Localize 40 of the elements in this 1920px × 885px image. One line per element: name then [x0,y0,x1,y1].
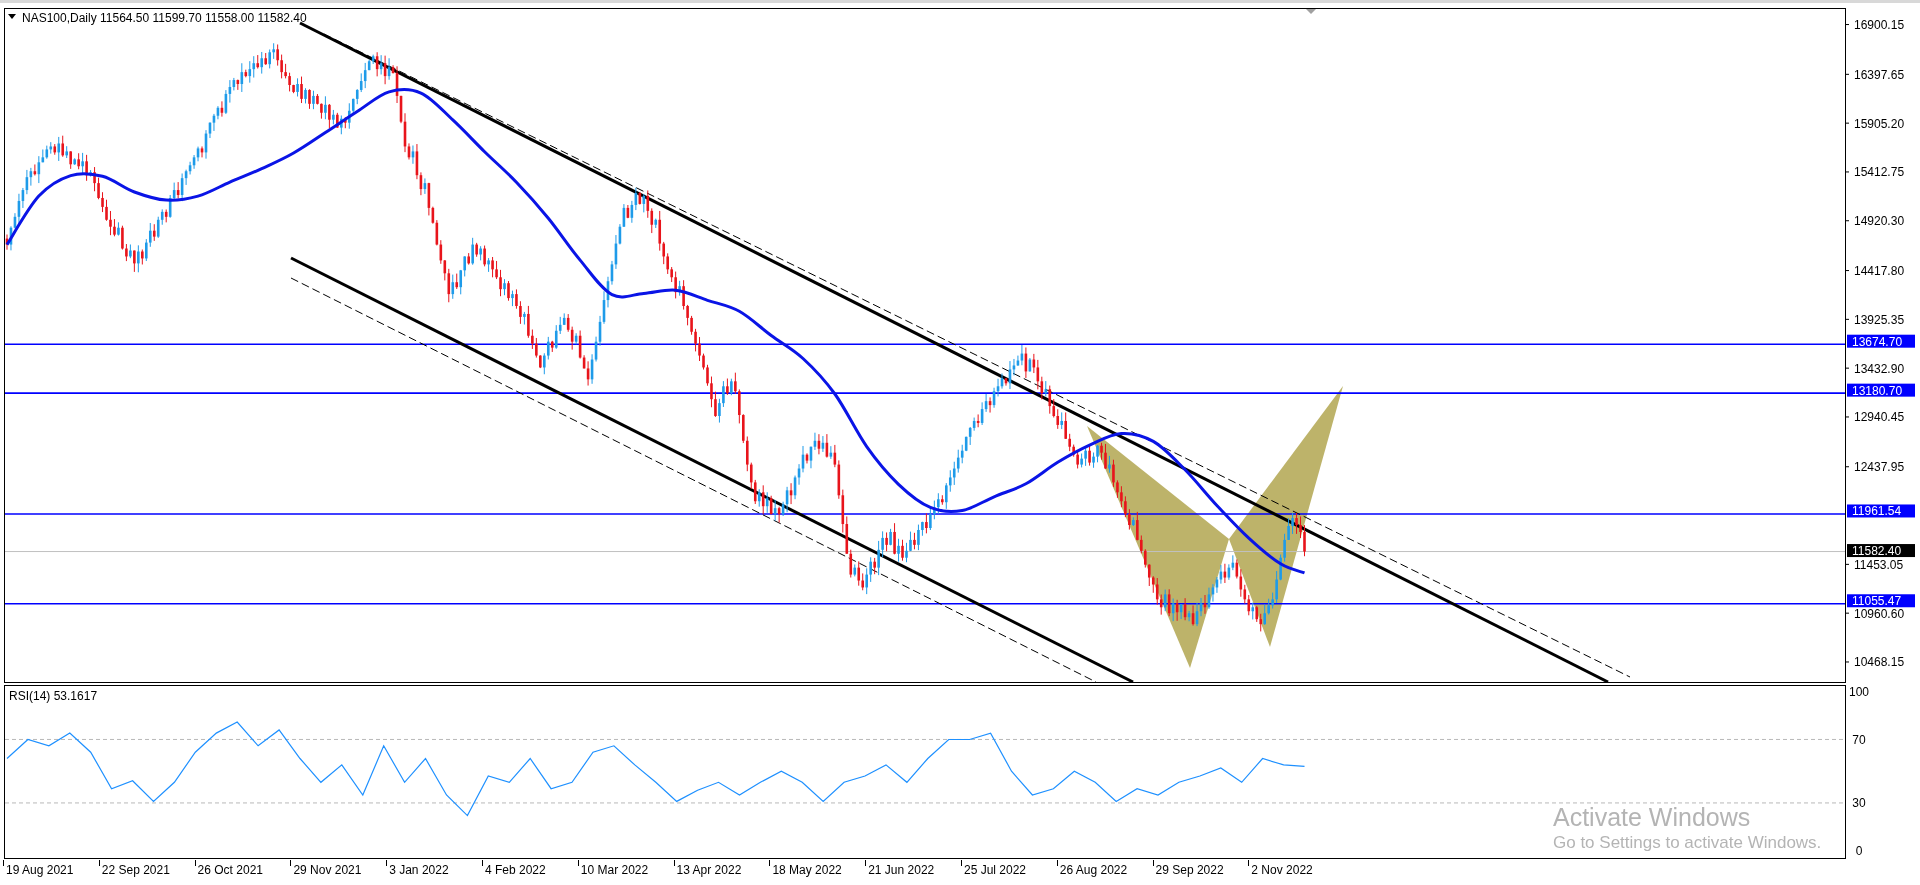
price-axis-label: 10468.15 [1854,655,1905,670]
price-axis-label: 12940.45 [1854,410,1905,425]
date-axis-label: 29 Sep 2022 [1155,863,1224,877]
price-axis-label: 11453.05 [1854,557,1904,572]
date-axis-label: 29 Nov 2021 [293,863,362,877]
price-tag: 11055.47 [1847,594,1915,609]
rsi-axis-label: 0 [1855,844,1863,859]
price-axis-label: 13432.90 [1854,361,1905,376]
price-axis-label: 12437.95 [1854,460,1905,475]
price-axis-label: 16900.15 [1854,18,1905,33]
date-axis-label: 2 Nov 2022 [1251,863,1313,877]
price-axis-label: 14417.80 [1854,264,1905,279]
price-axis-label: 10960.60 [1854,606,1905,621]
price-tag: 11961.54 [1847,504,1915,519]
date-axis-label: 21 Jun 2022 [868,863,935,877]
price-axis-label: 15412.75 [1854,165,1905,180]
rsi-axis-label: 100 [1849,685,1869,700]
date-axis-label: 10 Mar 2022 [580,863,649,877]
date-axis-label: 4 Feb 2022 [485,863,546,877]
date-axis-label: 19 Aug 2021 [6,863,74,877]
price-axis-label: 15905.20 [1854,116,1905,131]
price-tag: 13674.70 [1847,334,1915,349]
date-axis-label: 13 Apr 2022 [676,863,742,877]
rsi-axis-label: 70 [1852,732,1866,747]
date-axis-label: 3 Jan 2022 [389,863,449,877]
date-axis-label: 26 Oct 2021 [197,863,263,877]
activation-notice-text: Go to Settings to activate Windows. [1553,832,1822,854]
date-axis-label: 26 Aug 2022 [1059,863,1128,877]
rsi-title: RSI(14) 53.1617 [9,689,98,703]
date-axis-label: 25 Jul 2022 [963,863,1027,877]
price-axis-label: 13925.35 [1854,312,1905,327]
chart-title: NAS100,Daily 11564.50 11599.70 11558.00 11582.40 [22,11,307,25]
date-axis-label: 18 May 2022 [772,863,842,877]
price-axis-label: 14920.30 [1854,214,1905,229]
activation-notice-title: Activate Windows [1553,802,1751,832]
date-axis-label: 22 Sep 2021 [101,863,170,877]
price-tag: 13180.70 [1847,383,1915,398]
price-axis-label: 16397.65 [1854,67,1905,82]
current-price-tag: 11582.40 [1847,544,1915,559]
rsi-axis-label: 30 [1852,796,1866,811]
